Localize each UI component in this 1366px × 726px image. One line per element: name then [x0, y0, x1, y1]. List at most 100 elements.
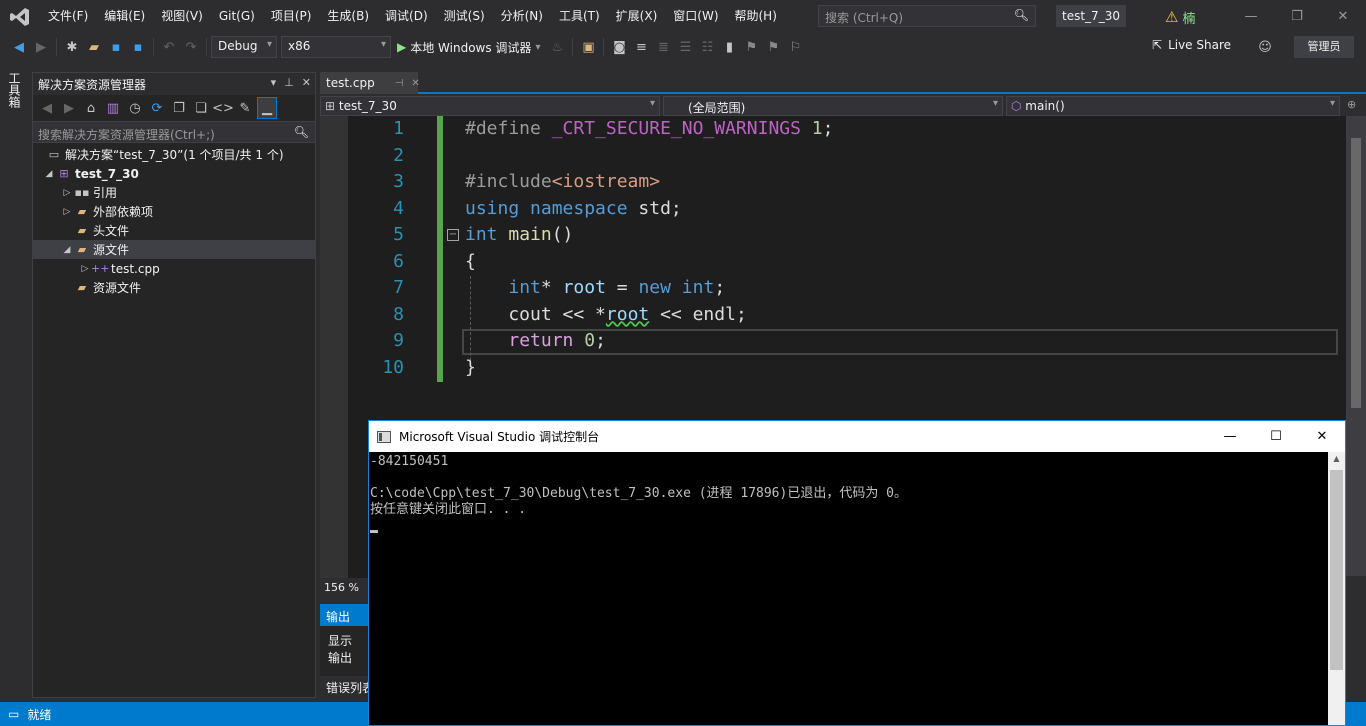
open-folder-icon[interactable]: ▰: [83, 36, 105, 58]
split-editor-icon[interactable]: ⊕: [1343, 96, 1360, 116]
tree-item-source-files[interactable]: ◢ ▰ 源文件: [33, 240, 315, 259]
debug-console-window[interactable]: Microsoft Visual Studio 调试控制台 — ☐ ✕ -842…: [368, 420, 1346, 726]
scroll-up-icon[interactable]: ▲: [1328, 454, 1345, 468]
account-badge[interactable]: ⚠ 楠: [1165, 6, 1209, 28]
config-dropdown[interactable]: Debug: [211, 36, 277, 58]
sync-icon[interactable]: ⟳: [147, 97, 167, 119]
console-output[interactable]: -842150451 C:\code\Cpp\test_7_30\Debug\t…: [369, 452, 1329, 725]
expanded-arrow-icon[interactable]: ◢: [43, 169, 55, 179]
line-number: 9: [393, 330, 404, 351]
function-dropdown[interactable]: ⬡ main(): [1006, 96, 1340, 116]
editor-scrollbar-thumb[interactable]: [1351, 138, 1361, 408]
code-icon[interactable]: <>: [212, 97, 234, 119]
menu-help[interactable]: 帮助(H): [727, 0, 785, 33]
console-maximize-button[interactable]: ☐: [1253, 421, 1299, 452]
feedback-icon[interactable]: ☺: [1254, 36, 1276, 58]
collapsed-arrow-icon[interactable]: ▷: [61, 207, 73, 217]
show-all-files-icon[interactable]: ❏: [191, 97, 211, 119]
pending-changes-icon[interactable]: ◷: [125, 97, 145, 119]
tree-item-resource-files[interactable]: ▰ 资源文件: [33, 278, 315, 297]
toolbox-label[interactable]: 工具箱: [7, 72, 23, 108]
fire-icon[interactable]: ♨: [546, 36, 568, 58]
tab-label: test.cpp: [326, 76, 375, 90]
menu-view[interactable]: 视图(V): [153, 0, 211, 33]
menu-edit[interactable]: 编辑(E): [96, 0, 153, 33]
bookmark-clear-icon[interactable]: ⚐: [784, 36, 806, 58]
chevron-down-icon[interactable]: ▾: [271, 76, 277, 89]
global-scope-dropdown[interactable]: (全局范围): [663, 96, 1003, 116]
collapse-all-icon[interactable]: ❐: [169, 97, 189, 119]
back-icon[interactable]: ◀: [37, 97, 57, 119]
platform-dropdown[interactable]: x86: [281, 36, 391, 58]
toolbox-side-tab[interactable]: [0, 64, 30, 702]
menu-window[interactable]: 窗口(W): [665, 0, 726, 33]
project-scope-dropdown[interactable]: ⊞ test_7_30: [320, 96, 660, 116]
close-button[interactable]: ✕: [1320, 0, 1366, 33]
tab-test-cpp[interactable]: test.cpp ⊣ ✕: [320, 72, 420, 94]
tree-item-header-files[interactable]: ▰ 头文件: [33, 221, 315, 240]
live-share-button[interactable]: ⇱ Live Share: [1152, 38, 1231, 52]
menu-tools[interactable]: 工具(T): [551, 0, 608, 33]
collapsed-arrow-icon[interactable]: ▷: [61, 188, 73, 198]
menu-extensions[interactable]: 扩展(X): [608, 0, 666, 33]
forward-icon[interactable]: ▶: [30, 36, 52, 58]
preview-icon[interactable]: ▁: [257, 97, 277, 119]
redo-icon[interactable]: ↷: [180, 36, 202, 58]
back-icon[interactable]: ◀: [8, 36, 30, 58]
bookmark-prev-icon[interactable]: ⚑: [740, 36, 762, 58]
bookmark-next-icon[interactable]: ⚑: [762, 36, 784, 58]
console-line: C:\code\Cpp\test_7_30\Debug\test_7_30.ex…: [370, 486, 907, 501]
expanded-arrow-icon[interactable]: ◢: [61, 245, 73, 255]
zoom-level[interactable]: 156 %: [320, 578, 368, 598]
line-number: 2: [393, 144, 404, 166]
bookmark-icon[interactable]: ▮: [718, 36, 740, 58]
start-debug-button[interactable]: ▶ 本地 Windows 调试器 ▾: [391, 39, 546, 56]
save-icon[interactable]: ▪: [105, 36, 127, 58]
browse-icon[interactable]: ▣: [577, 36, 599, 58]
menu-file[interactable]: 文件(F): [40, 0, 96, 33]
solution-search-input[interactable]: 搜索解决方案资源管理器(Ctrl+;) 🔍︎: [33, 121, 315, 143]
menu-project[interactable]: 项目(P): [263, 0, 320, 33]
line-number: 1: [393, 118, 404, 139]
menu-test[interactable]: 测试(S): [436, 0, 493, 33]
pin-icon[interactable]: ⊥: [284, 76, 294, 89]
tree-item-solution[interactable]: ▭ 解决方案“test_7_30”(1 个项目/共 1 个): [33, 145, 315, 164]
status-text: 就绪: [27, 707, 52, 722]
new-project-icon[interactable]: ✱: [61, 36, 83, 58]
console-minimize-button[interactable]: —: [1207, 421, 1253, 452]
save-all-icon[interactable]: ▪: [127, 36, 149, 58]
collapse-toggle-icon[interactable]: −: [447, 229, 459, 241]
properties-icon[interactable]: ✎: [235, 97, 255, 119]
project-name-badge: test_7_30: [1056, 5, 1126, 27]
menu-git[interactable]: Git(G): [211, 0, 263, 33]
undo-icon[interactable]: ↶: [158, 36, 180, 58]
console-close-button[interactable]: ✕: [1299, 421, 1345, 452]
tree-item-project[interactable]: ◢ ⊞ test_7_30: [33, 164, 315, 183]
close-icon[interactable]: ✕: [411, 78, 419, 89]
menu-debug[interactable]: 调试(D): [377, 0, 436, 33]
indent-icon[interactable]: ≡: [630, 36, 652, 58]
solution-explorer-header: 解决方案资源管理器 ▾ ⊥ ✕: [33, 73, 315, 95]
tree-item-references[interactable]: ▷ ▪▪ 引用: [33, 183, 315, 202]
console-scrollbar[interactable]: ▲: [1328, 452, 1345, 725]
menu-build[interactable]: 生成(B): [319, 0, 377, 33]
outdent-icon[interactable]: ≣: [652, 36, 674, 58]
tree-item-external-deps[interactable]: ▷ ▰ 外部依赖项: [33, 202, 315, 221]
home-icon[interactable]: ⌂: [81, 97, 101, 119]
menu-analyze[interactable]: 分析(N): [493, 0, 551, 33]
restore-button[interactable]: ❐: [1274, 0, 1320, 33]
tab-error-list[interactable]: 错误列表: [320, 676, 370, 698]
close-icon[interactable]: ✕: [302, 76, 311, 89]
collapsed-arrow-icon[interactable]: ▷: [79, 264, 91, 274]
global-search-input[interactable]: 搜索 (Ctrl+Q) 🔍︎: [818, 5, 1036, 27]
forward-icon[interactable]: ▶: [59, 97, 79, 119]
minimize-button[interactable]: —: [1228, 0, 1274, 33]
switch-views-icon[interactable]: ▥: [103, 97, 123, 119]
comment-icon[interactable]: ☰: [674, 36, 696, 58]
console-scrollbar-thumb[interactable]: [1330, 470, 1343, 670]
uncomment-icon[interactable]: ☷: [696, 36, 718, 58]
screenshot-icon[interactable]: ◙: [608, 36, 630, 58]
pin-icon[interactable]: ⊣: [395, 78, 404, 89]
tree-item-test-cpp[interactable]: ▷ ++ test.cpp: [33, 259, 315, 278]
console-title-bar[interactable]: Microsoft Visual Studio 调试控制台 — ☐ ✕: [369, 421, 1345, 452]
